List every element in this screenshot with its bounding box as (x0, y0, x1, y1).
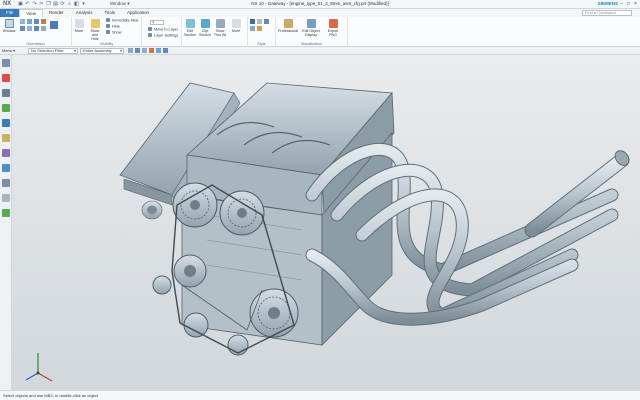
roles-icon[interactable] (1, 179, 10, 187)
selection-filter-dropdown[interactable]: No Selection Filter (28, 48, 78, 54)
minimize-icon[interactable]: – (619, 1, 624, 7)
tab-view[interactable]: View (19, 9, 43, 17)
layers-group: 1 Move to Layer Layer Settings (142, 17, 182, 47)
immediate-hide-button[interactable]: Immediate Hide (106, 18, 139, 23)
status-bar: Select objects and use MB3, or double-cl… (0, 390, 640, 400)
tab-application[interactable]: Application (121, 9, 155, 17)
maximize-icon[interactable]: □ (626, 1, 631, 7)
pan-icon[interactable] (34, 19, 39, 24)
show-thru-icon (215, 19, 225, 28)
png-icon (328, 19, 338, 28)
immediate-hide-icon (106, 18, 110, 22)
hide-button[interactable]: Hide (106, 24, 120, 29)
layer-settings-icon (148, 33, 152, 37)
orientation-group: Window Orientation (0, 17, 72, 47)
view-orientation-icons (20, 19, 58, 31)
top-view-icon[interactable] (20, 26, 25, 31)
section-more-button[interactable]: More (229, 19, 243, 33)
clip-section-button[interactable]: Clip Section (198, 19, 212, 37)
visualization-group: Professional Edit Object Display Export … (276, 17, 348, 47)
front-view-icon[interactable] (27, 26, 32, 31)
window-icon (4, 19, 14, 28)
show-icon (106, 30, 110, 34)
system-scenes-icon[interactable] (1, 194, 10, 202)
tab-render[interactable]: Render (43, 9, 70, 17)
edit-section-button[interactable]: Edit Section (183, 19, 197, 37)
snap-center-icon[interactable] (149, 48, 154, 53)
snap-icons (128, 48, 168, 53)
show-thru-all-button[interactable]: Show Thru All (213, 19, 227, 37)
menu-button[interactable]: Menu ▾ (2, 48, 15, 54)
system-materials-icon[interactable] (1, 149, 10, 157)
iso-view-icon[interactable] (41, 26, 46, 31)
palette-icon[interactable] (1, 209, 10, 217)
show-and-hide-button[interactable]: Show and Hide (88, 19, 102, 41)
window-title: NX 10 - Gateway - [engine_type_01_2_8mm_… (251, 1, 389, 6)
snap-point-icon[interactable] (128, 48, 133, 53)
display-mode-icon[interactable] (50, 21, 58, 29)
fit-icon[interactable] (20, 19, 25, 24)
selection-scope-dropdown[interactable]: Entire Assembly (80, 48, 124, 54)
section-more-icon (231, 19, 241, 28)
edit-object-display-button[interactable]: Edit Object Display (300, 19, 322, 37)
right-view-icon[interactable] (34, 26, 39, 31)
tab-analysis[interactable]: Analysis (70, 9, 99, 17)
constraint-navigator-icon[interactable] (1, 74, 10, 82)
more-button[interactable]: More (72, 19, 86, 33)
clip-section-icon (200, 19, 210, 28)
show-hide-icon (90, 19, 100, 28)
find-command-input[interactable]: Find a Command (582, 10, 632, 16)
layer-select[interactable]: 1 (150, 20, 164, 25)
section-group: Edit Section Clip Section Show Thru All … (182, 17, 248, 47)
ribbon: Window Orientation More Show and Hide Im… (0, 17, 640, 47)
tab-tools[interactable]: Tools (98, 9, 121, 17)
visibility-group: More Show and Hide Immediate Hide Hide S… (72, 17, 142, 47)
title-bar: NX ▣ ↶ ↷ ✂ ❐ ▤ ⟳ ⌕ ◧ ▾ Window ▾ NX 10 - … (0, 0, 640, 9)
move-layer-icon (148, 27, 152, 31)
edit-section-icon (185, 19, 195, 28)
hide-icon (106, 24, 110, 28)
snap-mid-icon[interactable] (142, 48, 147, 53)
web-browser-icon[interactable] (1, 119, 10, 127)
wcs-triad (25, 353, 53, 382)
window-button[interactable]: Window (2, 19, 16, 33)
professional-icon (283, 19, 293, 28)
part-navigator-icon[interactable] (1, 89, 10, 97)
assembly-navigator-icon[interactable] (1, 59, 10, 67)
style-group: Style (248, 17, 276, 47)
export-png-button[interactable]: Export PNG (324, 19, 342, 37)
window-controls: – □ × (619, 1, 638, 7)
tab-file[interactable]: File (0, 9, 20, 17)
ribbon-tabs: File View Render Analysis Tools Applicat… (0, 9, 640, 17)
shaded-icon[interactable] (250, 19, 255, 24)
rotate-icon[interactable] (41, 19, 46, 24)
style-icons (250, 19, 269, 31)
process-studio-icon[interactable] (1, 164, 10, 172)
edit-object-display-icon (306, 19, 316, 28)
engine-model[interactable] (12, 55, 640, 390)
show-button[interactable]: Show (106, 30, 122, 35)
edges-icon[interactable] (264, 19, 269, 24)
layer-settings-button[interactable]: Layer Settings (148, 33, 178, 38)
selection-bar: Menu ▾ No Selection Filter Entire Assemb… (0, 47, 640, 55)
wireframe-icon[interactable] (257, 19, 262, 24)
zoom-icon[interactable] (27, 19, 32, 24)
more-icon (74, 19, 84, 28)
professional-button[interactable]: Professional (278, 19, 298, 33)
lighting-icon[interactable] (257, 26, 262, 31)
snap-end-icon[interactable] (135, 48, 140, 53)
history-icon[interactable] (1, 134, 10, 142)
snap-face-icon[interactable] (156, 48, 161, 53)
move-to-layer-button[interactable]: Move to Layer (148, 27, 178, 32)
close-icon[interactable]: × (633, 1, 638, 7)
face-analysis-icon[interactable] (250, 26, 255, 31)
snap-edge-icon[interactable] (163, 48, 168, 53)
graphics-window[interactable] (12, 55, 640, 390)
resource-bar (0, 55, 12, 390)
brand-logo: SIEMENS (597, 1, 618, 6)
reuse-library-icon[interactable] (1, 104, 10, 112)
